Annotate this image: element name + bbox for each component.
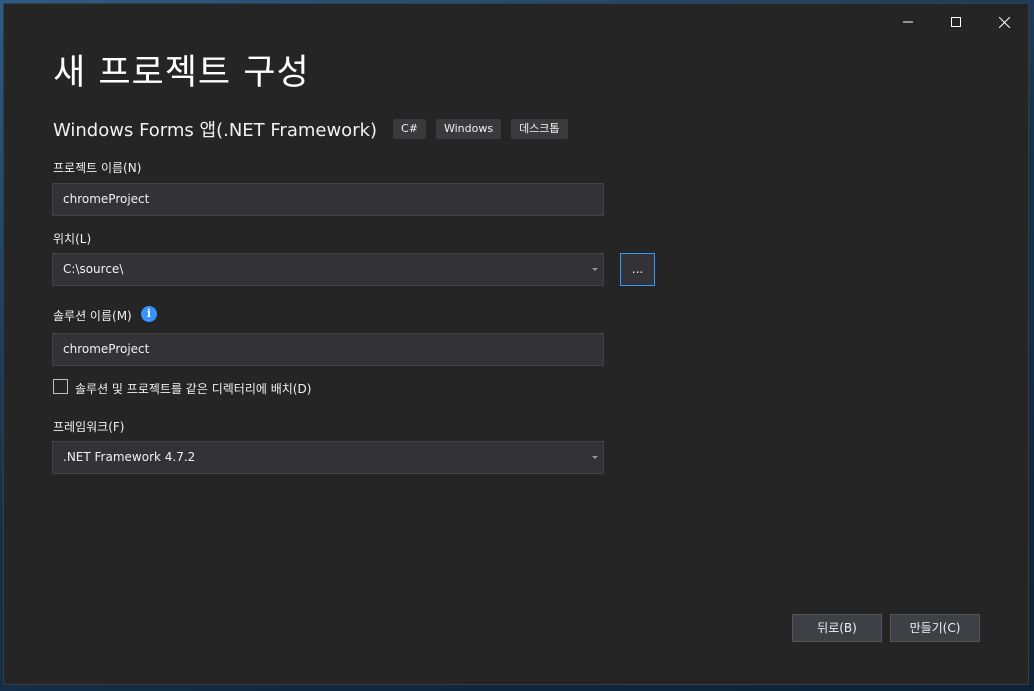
close-icon <box>998 16 1010 28</box>
configure-project-dialog: 새 프로젝트 구성 Windows Forms 앱(.NET Framework… <box>3 3 1029 685</box>
browse-button[interactable]: ... <box>620 253 655 286</box>
framework-value: .NET Framework 4.7.2 <box>63 450 196 464</box>
chevron-down-icon[interactable] <box>592 268 598 271</box>
maximize-icon <box>951 17 961 27</box>
location-label: 위치(L) <box>53 232 92 246</box>
minimize-button[interactable] <box>884 8 932 36</box>
page-title: 새 프로젝트 구성 <box>53 53 310 93</box>
location-combobox[interactable]: C:\source\ <box>52 253 604 286</box>
same-directory-label[interactable]: 솔루션 및 프로젝트를 같은 디렉터리에 배치(D) <box>75 380 311 397</box>
template-info: Windows Forms 앱(.NET Framework) C# Windo… <box>53 116 578 142</box>
location-value: C:\source\ <box>63 262 124 276</box>
create-button[interactable]: 만들기(C) <box>890 614 980 642</box>
caption-buttons <box>884 8 1028 36</box>
platform-tag: Windows <box>435 119 502 139</box>
close-button[interactable] <box>980 8 1028 36</box>
solution-name-label: 솔루션 이름(M) <box>53 309 132 323</box>
chevron-down-icon[interactable] <box>592 456 598 459</box>
project-type-tag: 데스크톱 <box>511 119 568 139</box>
project-name-label: 프로젝트 이름(N) <box>53 161 142 175</box>
minimize-icon <box>903 21 913 23</box>
template-name: Windows Forms 앱(.NET Framework) <box>53 120 378 141</box>
language-tag: C# <box>393 119 426 139</box>
back-button[interactable]: 뒤로(B) <box>792 614 882 642</box>
solution-name-input[interactable]: chromeProject <box>52 333 604 366</box>
same-directory-checkbox[interactable] <box>53 379 68 394</box>
framework-select[interactable]: .NET Framework 4.7.2 <box>52 441 604 474</box>
framework-label: 프레임워크(F) <box>53 420 125 434</box>
info-icon[interactable]: i <box>141 306 157 322</box>
maximize-button[interactable] <box>932 8 980 36</box>
project-name-input[interactable]: chromeProject <box>52 183 604 216</box>
